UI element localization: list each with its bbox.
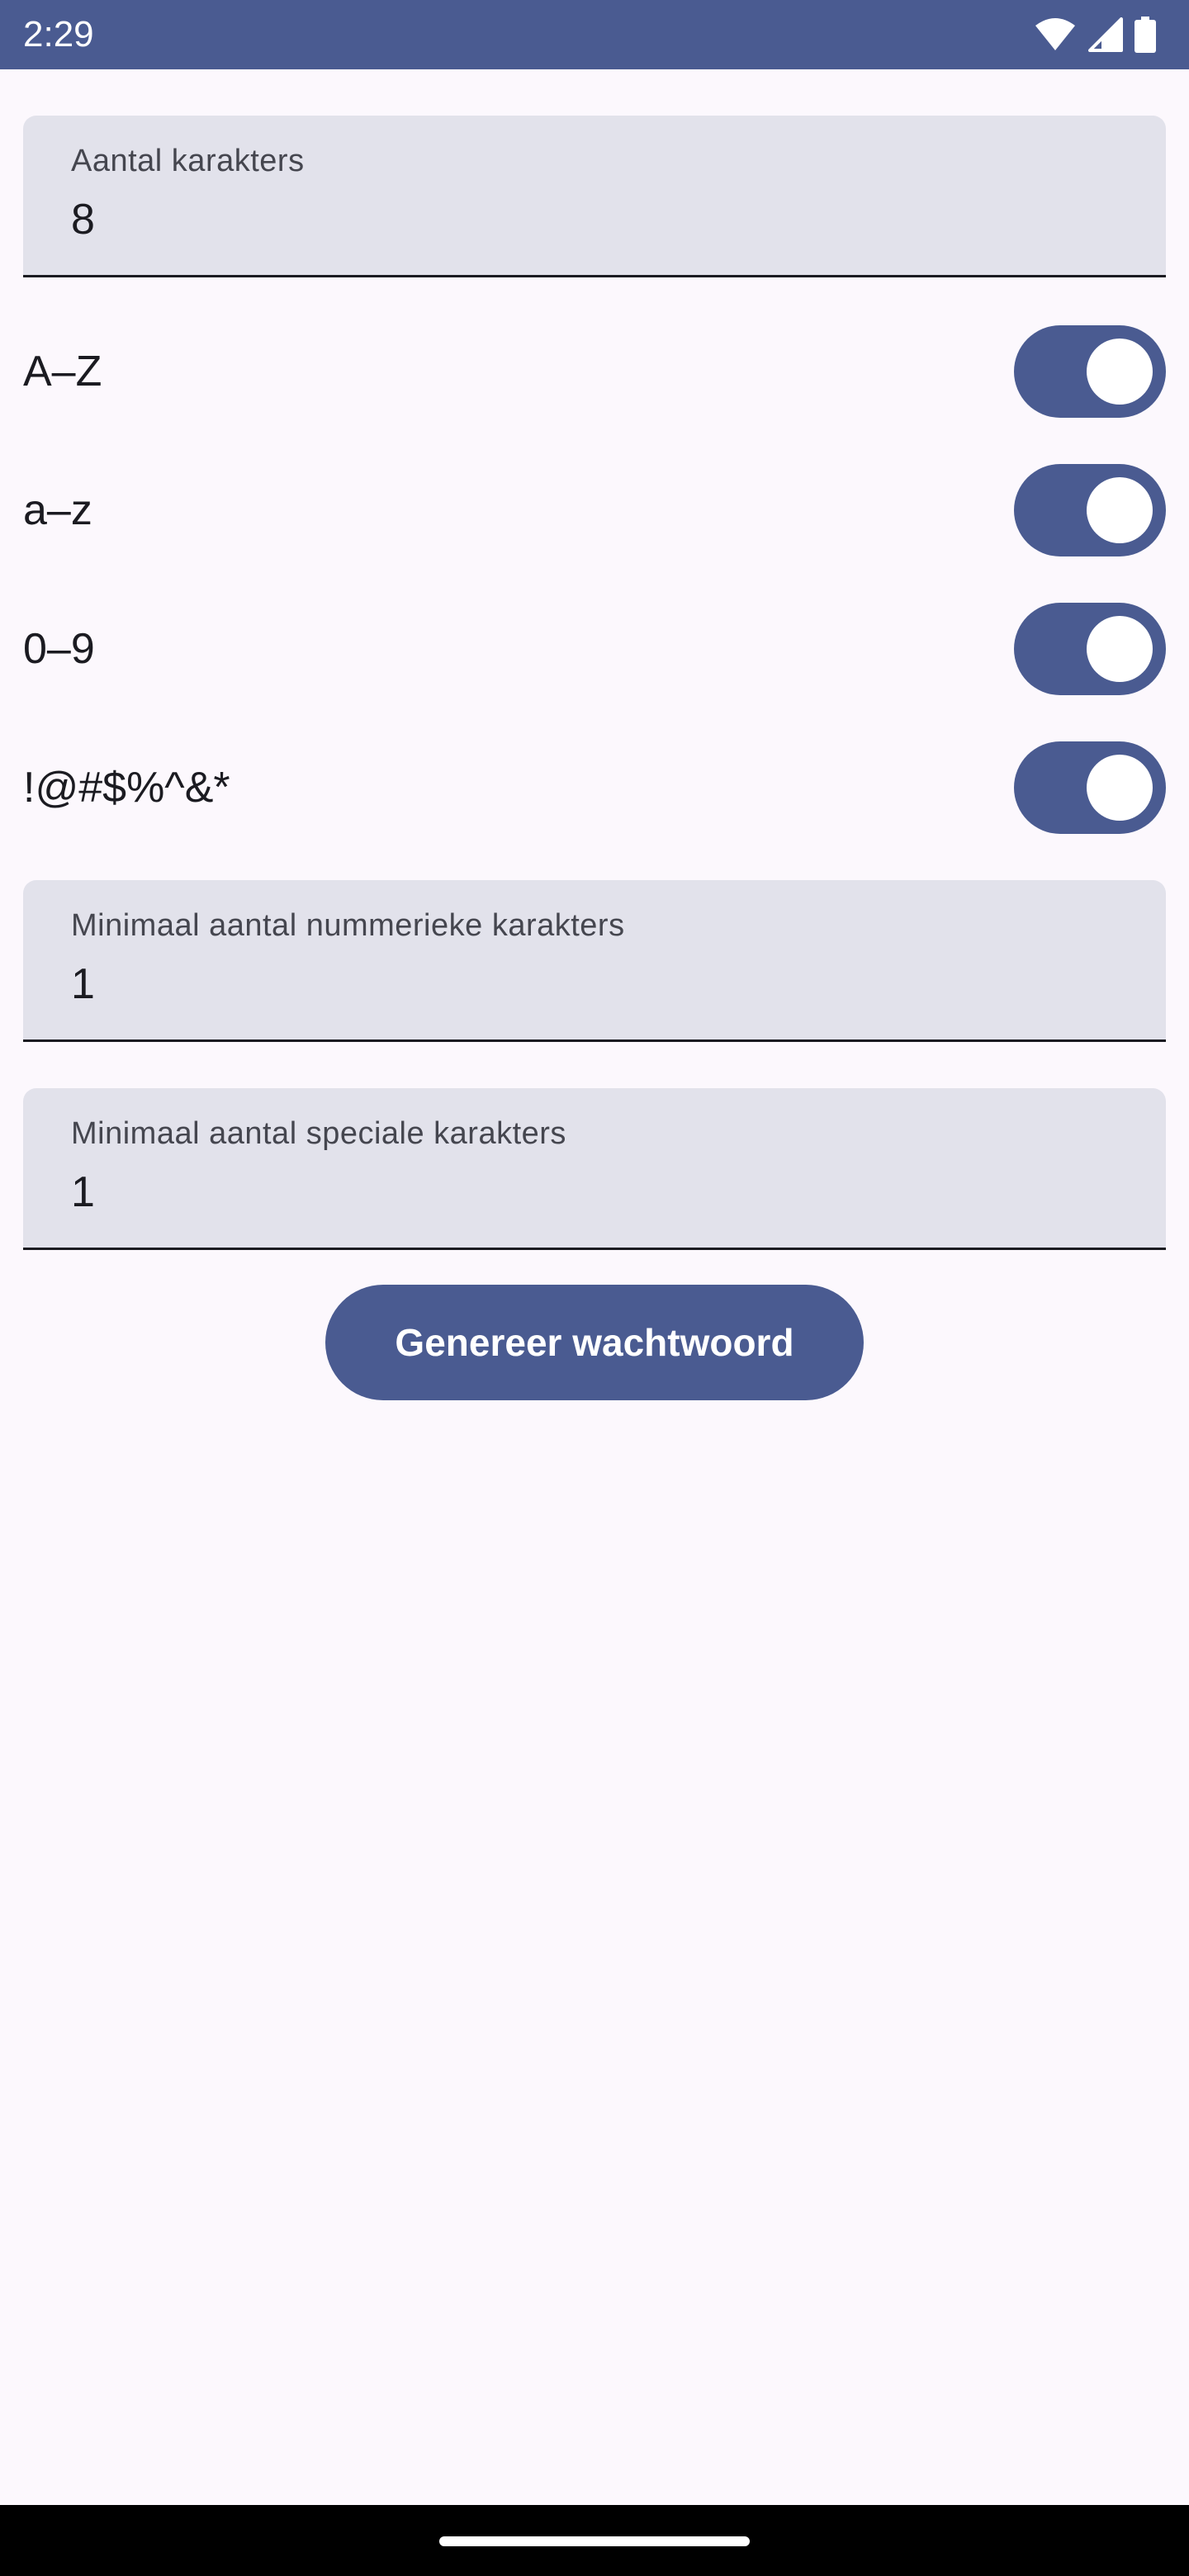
toggle-thumb (1087, 755, 1153, 821)
switch-label-special: !@#$%^&* (23, 764, 230, 812)
battery-icon (1135, 17, 1156, 53)
navigation-bar (0, 2505, 1189, 2576)
min-numeric-field[interactable]: Minimaal aantal nummerieke karakters 1 (23, 880, 1166, 1042)
switch-row-special: !@#$%^&* (23, 738, 1166, 837)
uppercase-toggle[interactable] (1014, 325, 1166, 418)
length-field-value[interactable]: 8 (71, 195, 95, 244)
switch-row-uppercase: A–Z (23, 322, 1166, 421)
min-numeric-field-value[interactable]: 1 (71, 959, 95, 1009)
app-screen: 2:29 Aantal karakters 8 A–Z a–z 0–9 !@#$… (0, 0, 1189, 2576)
wifi-icon (1034, 17, 1077, 52)
special-toggle[interactable] (1014, 741, 1166, 834)
length-field[interactable]: Aantal karakters 8 (23, 116, 1166, 277)
cell-signal-icon (1088, 17, 1123, 52)
switch-label-uppercase: A–Z (23, 348, 102, 395)
toggle-thumb (1087, 339, 1153, 405)
toggle-thumb (1087, 616, 1153, 682)
digits-toggle[interactable] (1014, 603, 1166, 695)
status-time: 2:29 (23, 14, 94, 54)
switch-row-lowercase: a–z (23, 461, 1166, 560)
toggle-thumb (1087, 477, 1153, 543)
switch-row-digits: 0–9 (23, 599, 1166, 698)
min-special-field-value[interactable]: 1 (71, 1167, 95, 1217)
min-special-field[interactable]: Minimaal aantal speciale karakters 1 (23, 1088, 1166, 1250)
switch-label-lowercase: a–z (23, 486, 92, 534)
length-field-label: Aantal karakters (71, 144, 305, 178)
lowercase-toggle[interactable] (1014, 464, 1166, 556)
switch-label-digits: 0–9 (23, 625, 95, 673)
home-gesture-handle[interactable] (439, 2536, 750, 2546)
generate-password-button[interactable]: Genereer wachtwoord (325, 1285, 864, 1400)
status-bar: 2:29 (0, 0, 1189, 69)
status-icons (1034, 15, 1156, 54)
min-numeric-field-label: Minimaal aantal nummerieke karakters (71, 908, 625, 943)
min-special-field-label: Minimaal aantal speciale karakters (71, 1116, 566, 1151)
